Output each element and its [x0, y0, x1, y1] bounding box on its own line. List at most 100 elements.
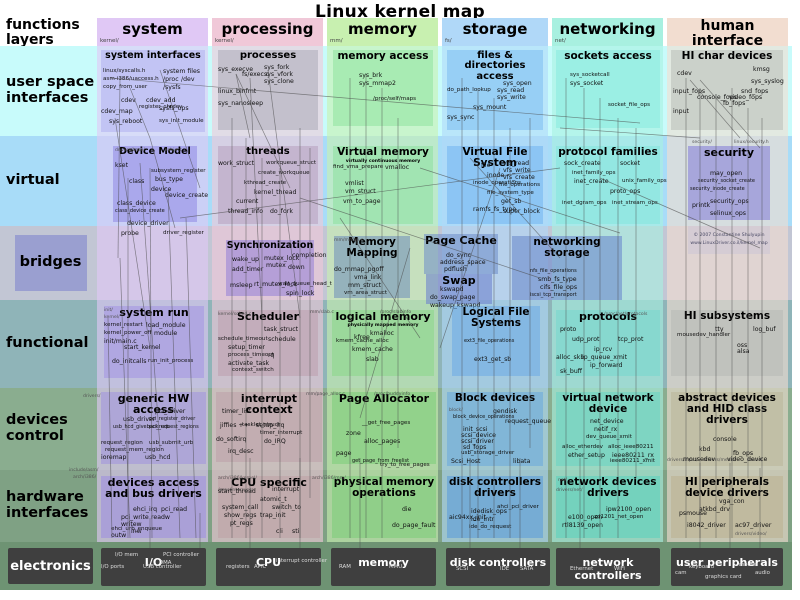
block-symbol: do_sync	[446, 252, 472, 259]
block-logical-file-systems: Logical File Systems ext3_file_operations…	[452, 306, 540, 376]
block-symbol: vfs_write	[503, 167, 531, 174]
block-title: Logical File Systems	[462, 306, 530, 329]
row-label-user-space-interfaces: user space interfaces	[0, 46, 95, 136]
block-symbol: net_device	[590, 418, 624, 425]
block-symbol: context_switch	[232, 367, 274, 373]
block-symbol: kernel_restart	[104, 322, 143, 328]
block-title: generic HW access	[117, 392, 190, 417]
block-symbol: do_IRQ	[264, 438, 286, 445]
block-path: mm/mmap.c	[334, 238, 364, 243]
block-symbol: pdflush	[444, 266, 467, 273]
block-path: linux/security.h	[734, 140, 769, 145]
block-symbol: super_block	[503, 208, 540, 215]
block-symbol: ext3_get_sb	[474, 356, 512, 363]
copyright-line-2[interactable]: www.LinuxDriver.co.il/kernel_map	[688, 241, 770, 246]
block-title: system interfaces	[105, 50, 201, 61]
block-symbol: ehci_irq	[133, 506, 158, 513]
block-title: abstract devices and HID class drivers	[678, 392, 776, 426]
bridges-box: bridges	[14, 235, 87, 291]
block-files-directories: files & directories access sys_open sys_re…	[447, 50, 543, 130]
block-symbol: cdev_map	[101, 108, 133, 115]
block-symbol: do_softirq	[216, 436, 247, 443]
block-symbol: sysfs_ops	[159, 105, 189, 112]
block-symbol: file	[481, 162, 491, 169]
electronics-item: cam	[675, 570, 687, 576]
block-abstract-devices: abstract devices and HID class drivers dr…	[667, 392, 783, 466]
block-symbol: do_initcalls	[112, 358, 147, 365]
column-title: memory	[348, 20, 417, 38]
block-symbol: vfs_read	[503, 160, 530, 167]
block-path: kobject	[165, 148, 182, 153]
row-label-text: electronics	[10, 558, 91, 574]
electronics-io: I/O I/O mem I/O ports USB controller PCI con…	[101, 548, 206, 586]
column-header-human-interface: human interface	[667, 18, 788, 46]
block-symbol: mousedev_handler	[677, 332, 731, 338]
electronics-memory: memory RAM MMU	[331, 548, 436, 586]
block-symbol: class	[129, 178, 145, 185]
block-path: arch/i386/mm/	[312, 476, 346, 481]
corner-label-text: functions layers	[6, 18, 80, 46]
block-symbol: ieee80211_xmit	[610, 458, 655, 464]
block-symbol: sk_buff	[560, 368, 583, 375]
block-title: processes	[239, 50, 297, 61]
block-symbol: device_driver	[127, 220, 169, 227]
block-hi-peripherals-drivers: HI peripherals device drivers drivers/vid…	[671, 476, 783, 538]
column-path: mm/	[330, 38, 343, 44]
block-symbol: video_device	[727, 456, 768, 463]
block-symbol: find_vma_prepare	[333, 164, 384, 170]
block-symbol: dev_queue_xmit	[586, 434, 632, 440]
block-symbol: iscsi_tcp_transport	[530, 292, 577, 298]
block-generic-hw-access: generic HW access drivers/pci_driver usb_d…	[83, 392, 206, 464]
block-symbol: usb_submit_urb	[149, 440, 194, 446]
electronics-item: keyboard	[689, 564, 715, 570]
block-symbol: vm_area_struct	[344, 290, 388, 296]
block-networking-storage: networking storage nfs_file_operations smb…	[512, 236, 622, 300]
block-path: arch/i386/kernel/	[218, 476, 257, 481]
block-device-model: Device Model drivers/base/kobject kset subs…	[113, 146, 208, 237]
block-symbol: sys_mmap2	[359, 80, 396, 87]
block-symbol: /proc	[163, 76, 179, 83]
block-symbol: proto	[560, 326, 577, 333]
block-symbol: schedule	[268, 336, 296, 343]
block-symbol: nfs_file_operations	[530, 268, 577, 274]
block-title: protocol families	[558, 146, 658, 158]
block-symbol: sys_fork	[264, 64, 290, 71]
block-title: files & directories access	[464, 50, 526, 82]
electronics-item: WiFi	[614, 566, 625, 572]
block-symbol: start_thread	[218, 488, 256, 495]
block-symbol: alloc_pages	[364, 438, 401, 445]
electronics-item: RAM	[339, 564, 351, 570]
copyright-line-1: © 2007 Constantine Shulyupin	[693, 233, 765, 238]
block-symbol: zd1201_net_open	[594, 514, 644, 520]
block-symbol: mousedev	[683, 456, 716, 463]
block-symbol: file_system_type	[487, 190, 534, 196]
block-symbol: linux_binfmt	[218, 88, 257, 95]
block-interrupt-context: interrupt context timer_list jiffies ++ tas…	[216, 392, 322, 462]
block-symbol: pci_driver	[155, 408, 186, 415]
block-devices-access: devices access and bus drivers include/as…	[69, 468, 206, 563]
block-symbol: wait_queue_head_t	[278, 281, 332, 287]
block-security: security security/linux/security.h may_ope…	[688, 140, 770, 220]
block-title: memory access	[337, 50, 429, 62]
column-path: net/	[555, 38, 566, 44]
block-symbol: sock_create	[564, 160, 601, 167]
block-symbol: die	[402, 506, 412, 513]
block-symbol: kmalloc	[370, 330, 395, 337]
block-path: drivers/video/	[735, 532, 767, 537]
block-symbol: cifs_file_ops	[540, 284, 578, 291]
row-label-text: bridges	[19, 254, 82, 271]
block-symbol: udp_prot	[572, 336, 600, 343]
block-symbol: alloc_etherdev	[562, 444, 603, 450]
column-title: system	[122, 20, 183, 38]
block-symbol: kmem_cache_alloc	[336, 338, 389, 344]
block-path: /proc/net/protocols	[604, 312, 648, 317]
block-symbol: sys_clone	[264, 78, 294, 85]
block-symbol: kset	[115, 162, 129, 169]
block-symbol: Scsi_Host	[451, 458, 481, 465]
block-symbol: sys_read	[497, 87, 525, 94]
block-symbol: device_create	[165, 192, 209, 199]
block-symbol: usb_hcd	[145, 454, 171, 461]
block-scheduler: Scheduler kernel/sched.c task_struct schedu…	[218, 310, 318, 376]
block-title: networking storage	[533, 236, 601, 259]
block-symbol: sys_sync	[447, 114, 475, 121]
